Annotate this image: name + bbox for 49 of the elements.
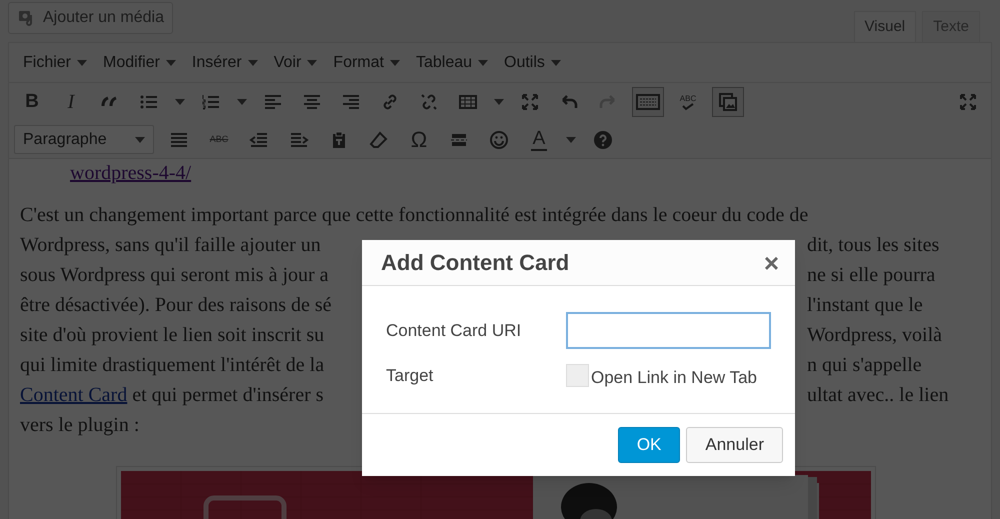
paragraph-text: être désactivée). Pour des raisons de sé	[20, 294, 332, 316]
checkbox-label: Open Link in New Tab	[591, 367, 758, 389]
checkbox[interactable]	[566, 364, 589, 388]
format-select[interactable]: Paragraphe	[14, 125, 154, 154]
menu-item[interactable]: Outils	[496, 50, 569, 74]
check-icon	[681, 102, 695, 110]
menu-item[interactable]: Fichier	[15, 50, 96, 74]
menu-item[interactable]: Tableau	[408, 50, 496, 74]
caret-icon	[550, 60, 561, 66]
spellcheck-button[interactable]: ABC	[673, 87, 703, 117]
paragraph-text: l'instant que le	[807, 293, 923, 318]
caret-icon	[307, 60, 318, 66]
paragraph-text: qui limite drastiquement l'intérêt de la	[20, 354, 324, 376]
caret-icon	[166, 60, 176, 66]
caret-icon	[248, 60, 258, 66]
field-label: Content Card URI	[386, 320, 522, 342]
paragraph-text: C'est un changement important parce que cette fonctionnalité est intégrée dans le coeur du code de	[20, 204, 808, 226]
caret-icon	[135, 136, 145, 142]
field-label: Target	[386, 365, 434, 387]
menu-item[interactable]: Insérer	[184, 50, 266, 74]
paragraph-text: n qui s'appelle	[807, 353, 922, 378]
uri-input-field[interactable]	[566, 312, 771, 349]
paragraph-text: ultat avec.. le lien	[807, 383, 949, 408]
menu-item[interactable]: Voir	[266, 50, 326, 74]
cancel-button[interactable]: Annuler	[686, 426, 783, 462]
text-color-button[interactable]: A	[524, 124, 554, 154]
caret-icon	[390, 60, 400, 66]
paragraph-text: vers le plugin :	[20, 414, 140, 436]
ok-button[interactable]: OK	[618, 426, 680, 462]
paragraph-text: sous Wordpress qui seront mis à jour a	[20, 264, 329, 286]
dialog-title: Add Content Card	[381, 249, 570, 277]
paragraph-text: site d'où provient le lien soit inscrit su	[20, 324, 324, 346]
paragraph-text: et qui permet d'insérer s	[131, 384, 324, 406]
paragraph-text: Wordpress, sans qu'il faille ajouter un	[20, 234, 321, 256]
paragraph-text: Wordpress, voilà	[807, 323, 942, 348]
special-character-button[interactable]: Ω	[404, 124, 434, 154]
paragraph-text: dit, tous les sites	[807, 233, 940, 258]
menu-item[interactable]: Modifier	[95, 50, 184, 74]
close-button[interactable]: ×	[764, 250, 779, 276]
menu-item[interactable]: Format	[325, 50, 408, 74]
image-copy-icon[interactable]	[712, 87, 744, 117]
link[interactable]: Content Card	[20, 384, 128, 406]
paragraph-text: ne si elle pourra	[807, 263, 936, 288]
caret-icon	[478, 60, 488, 66]
italic-button[interactable]: I	[56, 87, 86, 117]
caret-icon	[77, 60, 88, 66]
link[interactable]: wordpress-4-4/	[20, 161, 980, 185]
keyboard-icon[interactable]	[632, 87, 664, 117]
bold-button[interactable]: B	[17, 87, 47, 117]
